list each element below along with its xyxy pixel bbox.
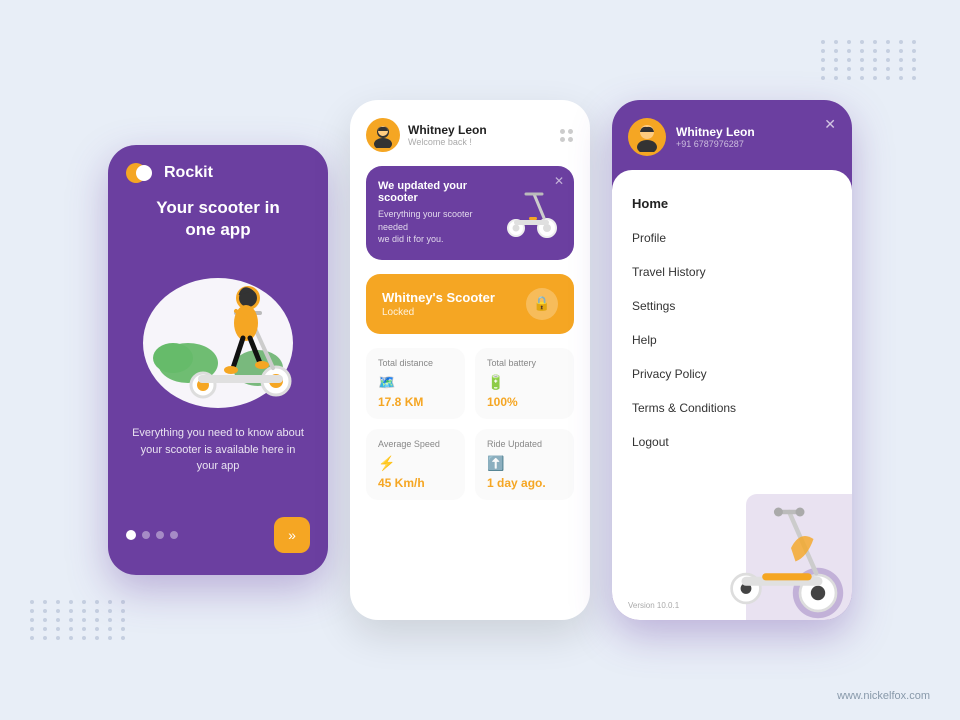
avatar-med	[628, 118, 666, 156]
stat-value-battery: 100%	[487, 395, 562, 409]
update-desc: Everything your scooter neededwe did it …	[378, 208, 492, 246]
menu-item-profile[interactable]: Profile	[612, 221, 852, 255]
screen1-subtitle: Everything you need to know aboutyour sc…	[132, 425, 304, 475]
stat-label-distance: Total distance	[378, 358, 453, 368]
avatar-small	[366, 118, 400, 152]
scooter-status: Locked	[382, 307, 495, 318]
screen1-footer: »	[126, 517, 310, 553]
dot-pattern-top-right: (function(){ const el = document.querySe…	[821, 40, 920, 80]
dot-ind-3	[156, 531, 164, 539]
scooter-bg-illustration	[702, 440, 852, 620]
upload-icon: ⬆️	[487, 455, 562, 472]
next-button[interactable]: »	[274, 517, 310, 553]
screen3-menu-panel: Home Profile Travel History Settings Hel…	[612, 170, 852, 620]
screen1-header: Rockit	[126, 163, 213, 183]
screen3-close-button[interactable]: ✕	[824, 116, 836, 133]
scooter-info: Whitney's Scooter Locked	[382, 290, 495, 318]
dot-pattern-bottom-left: (function(){ const el = document.querySe…	[30, 600, 129, 640]
scooter-locked-button[interactable]: Whitney's Scooter Locked 🔒	[366, 274, 574, 334]
lock-icon: 🔒	[526, 288, 558, 320]
user-name: Whitney Leon	[408, 123, 487, 137]
stat-label-battery: Total battery	[487, 358, 562, 368]
stat-average-speed: Average Speed ⚡ 45 Km/h	[366, 429, 465, 500]
update-card-text: We updated your scooter Everything your …	[378, 180, 492, 246]
s3-user-phone: +91 6787976287	[676, 139, 755, 149]
screen1-onboarding: Rockit Your scooter inone app	[108, 145, 328, 575]
update-card-close-button[interactable]: ✕	[554, 174, 564, 188]
dot-ind-2	[142, 531, 150, 539]
dot-ind-4	[170, 531, 178, 539]
screen1-title: Your scooter inone app	[156, 197, 279, 241]
logo-icon	[126, 163, 156, 183]
stat-value-speed: 45 Km/h	[378, 476, 453, 490]
user-greeting: Welcome back !	[408, 137, 487, 147]
menu-item-settings[interactable]: Settings	[612, 289, 852, 323]
bolt-icon: ⚡	[378, 455, 453, 472]
menu-item-travel-history[interactable]: Travel History	[612, 255, 852, 289]
menu-item-privacy[interactable]: Privacy Policy	[612, 357, 852, 391]
stat-total-battery: Total battery 🔋 100%	[475, 348, 574, 419]
screen2-main: Whitney Leon Welcome back ! We updated y…	[350, 100, 590, 620]
screen3-top: Whitney Leon +91 6787976287 ✕	[612, 100, 852, 170]
menu-item-help[interactable]: Help	[612, 323, 852, 357]
battery-icon: 🔋	[487, 374, 562, 391]
menu-item-home[interactable]: Home	[612, 186, 852, 221]
user-text: Whitney Leon Welcome back !	[408, 123, 487, 147]
update-card: We updated your scooter Everything your …	[366, 166, 574, 260]
watermark: www.nickelfox.com	[837, 690, 930, 702]
stats-grid: Total distance 🗺️ 17.8 KM Total battery …	[366, 348, 574, 500]
dot-ind-1	[126, 530, 136, 540]
map-icon: 🗺️	[378, 374, 453, 391]
dots-indicator	[126, 530, 178, 540]
update-title: We updated your scooter	[378, 180, 492, 204]
screen3-menu: Whitney Leon +91 6787976287 ✕ Home Profi…	[612, 100, 852, 620]
stat-value-updated: 1 day ago.	[487, 476, 562, 490]
user-info: Whitney Leon Welcome back !	[366, 118, 487, 152]
screens-container: Rockit Your scooter inone app	[108, 100, 852, 620]
stat-label-speed: Average Speed	[378, 439, 453, 449]
version-text: Version 10.0.1	[628, 601, 679, 610]
s3-user-info: Whitney Leon +91 6787976287	[676, 125, 755, 149]
stat-total-distance: Total distance 🗺️ 17.8 KM	[366, 348, 465, 419]
screen2-header: Whitney Leon Welcome back !	[366, 118, 574, 152]
stat-value-distance: 17.8 KM	[378, 395, 453, 409]
scooter-name: Whitney's Scooter	[382, 290, 495, 305]
menu-dots-button[interactable]	[560, 129, 574, 142]
stat-label-updated: Ride Updated	[487, 439, 562, 449]
logo-text: Rockit	[164, 164, 213, 182]
screen1-illustration	[128, 253, 308, 413]
s3-user-name: Whitney Leon	[676, 125, 755, 139]
stat-ride-updated: Ride Updated ⬆️ 1 day ago.	[475, 429, 574, 500]
update-scooter-icon	[502, 180, 562, 245]
menu-item-terms[interactable]: Terms & Conditions	[612, 391, 852, 425]
